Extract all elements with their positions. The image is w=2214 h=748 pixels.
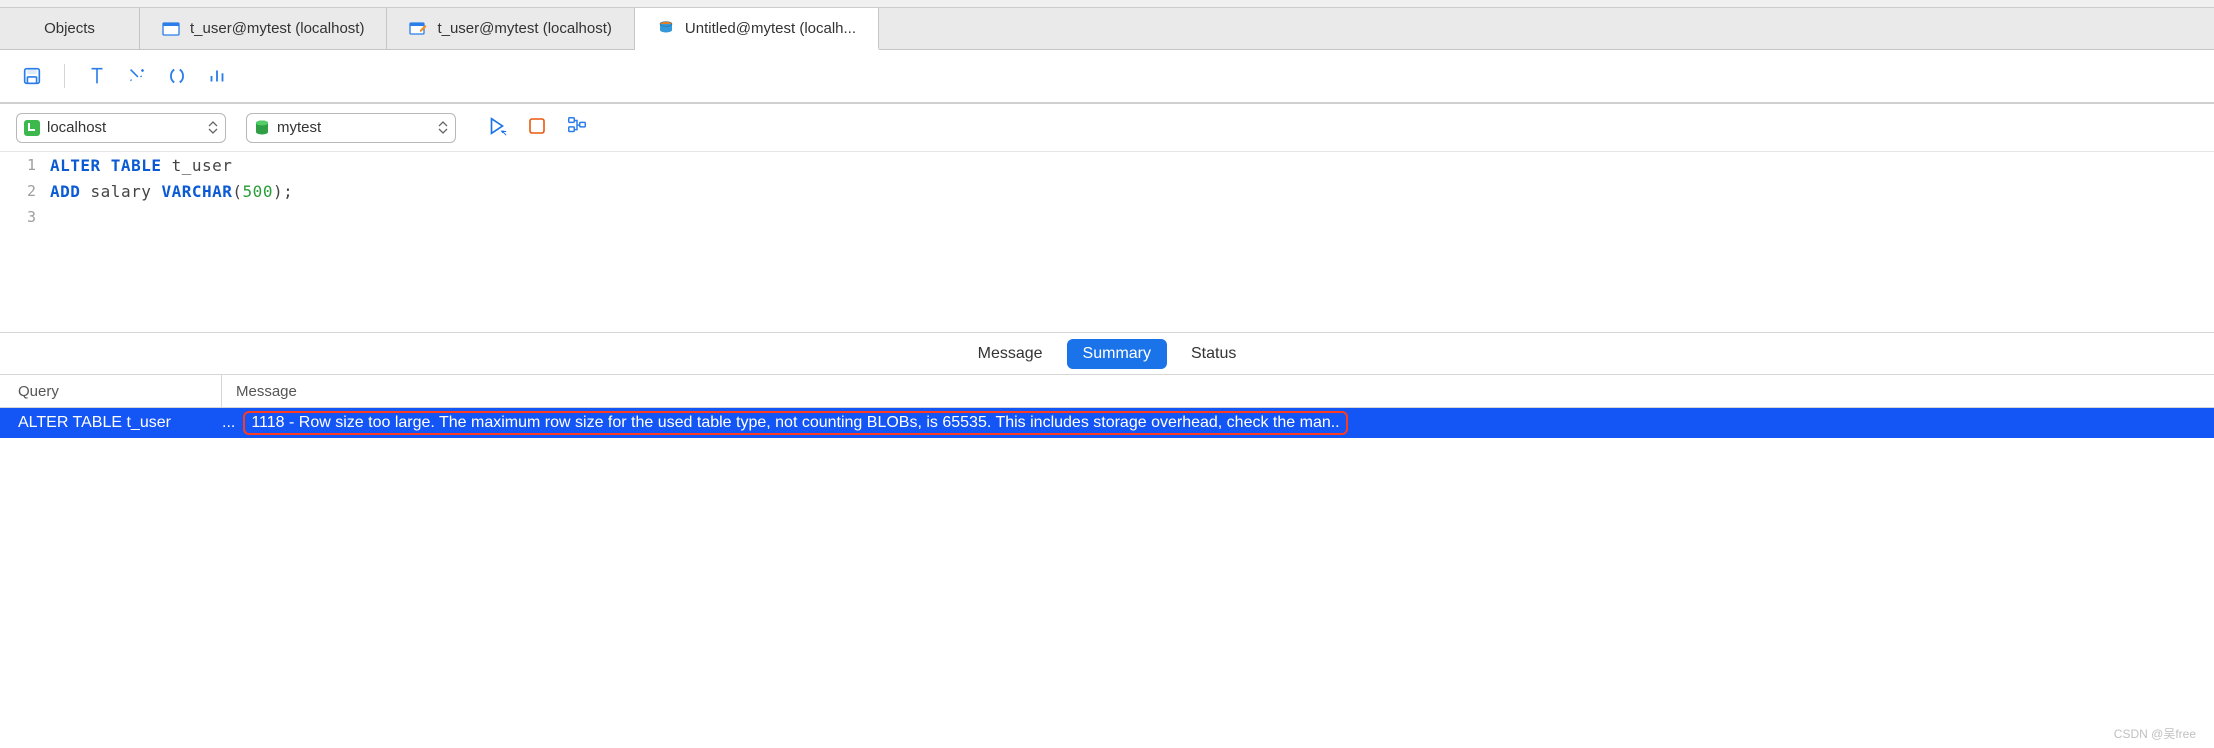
selector-bar: localhost mytest — [0, 104, 2214, 152]
column-header-query[interactable]: Query — [0, 375, 222, 407]
sql-editor[interactable]: 1 ALTER TABLE t_user 2 ADD salary VARCHA… — [0, 152, 2214, 332]
cell-message: 1118 - Row size too large. The maximum r… — [239, 411, 2214, 435]
explain-button[interactable] — [566, 115, 588, 140]
toolbar-separator — [64, 64, 65, 88]
tab-summary[interactable]: Summary — [1067, 339, 1167, 369]
results-header: Query Message — [0, 374, 2214, 408]
results-row[interactable]: ALTER TABLE t_user ... 1118 - Row size t… — [0, 408, 2214, 438]
run-controls — [486, 115, 588, 140]
tabs-bar: Objects t_user@mytest (localhost) t_user… — [0, 8, 2214, 50]
database-value: mytest — [277, 119, 435, 136]
tab-tuser-1[interactable]: t_user@mytest (localhost) — [140, 8, 387, 49]
results-tabs: Message Summary Status — [0, 332, 2214, 374]
stepper-arrows-icon — [205, 121, 221, 134]
code-line: 1 ALTER TABLE t_user — [0, 152, 2214, 178]
format-button[interactable] — [81, 60, 113, 92]
tab-label: Untitled@mytest (localh... — [685, 20, 856, 37]
save-button[interactable] — [16, 60, 48, 92]
column-header-message[interactable]: Message — [222, 375, 2214, 407]
menu-bar-remnant — [0, 0, 2214, 8]
toolbar — [0, 50, 2214, 104]
beautify-button[interactable] — [121, 60, 153, 92]
code-line: 3 — [0, 204, 2214, 230]
tab-label: t_user@mytest (localhost) — [190, 20, 364, 37]
database-icon — [251, 117, 273, 139]
watermark: CSDN @吴free — [2114, 725, 2196, 742]
connection-icon — [21, 117, 43, 139]
cell-query: ALTER TABLE t_user — [0, 414, 222, 432]
tab-status[interactable]: Status — [1175, 339, 1252, 369]
tab-objects[interactable]: Objects — [0, 8, 140, 49]
query-icon — [657, 19, 675, 37]
cell-ellipsis: ... — [222, 414, 239, 432]
results-empty-area — [0, 438, 2214, 498]
table-icon — [162, 20, 180, 38]
line-number: 1 — [0, 156, 50, 174]
tab-tuser-2[interactable]: t_user@mytest (localhost) — [387, 8, 634, 49]
stepper-arrows-icon — [435, 121, 451, 134]
line-number: 2 — [0, 182, 50, 200]
connection-select[interactable]: localhost — [16, 113, 226, 143]
line-number: 3 — [0, 208, 50, 226]
stop-button[interactable] — [528, 117, 546, 138]
parentheses-button[interactable] — [161, 60, 193, 92]
chart-button[interactable] — [201, 60, 233, 92]
tab-untitled-query[interactable]: Untitled@mytest (localh... — [635, 8, 879, 50]
database-select[interactable]: mytest — [246, 113, 456, 143]
tab-label: t_user@mytest (localhost) — [437, 20, 611, 37]
error-highlight: 1118 - Row size too large. The maximum r… — [243, 411, 1347, 435]
tab-message[interactable]: Message — [962, 339, 1059, 369]
code-line: 2 ADD salary VARCHAR(500); — [0, 178, 2214, 204]
table-edit-icon — [409, 20, 427, 38]
tab-label: Objects — [44, 20, 95, 37]
connection-value: localhost — [47, 119, 205, 136]
run-button[interactable] — [486, 115, 508, 140]
